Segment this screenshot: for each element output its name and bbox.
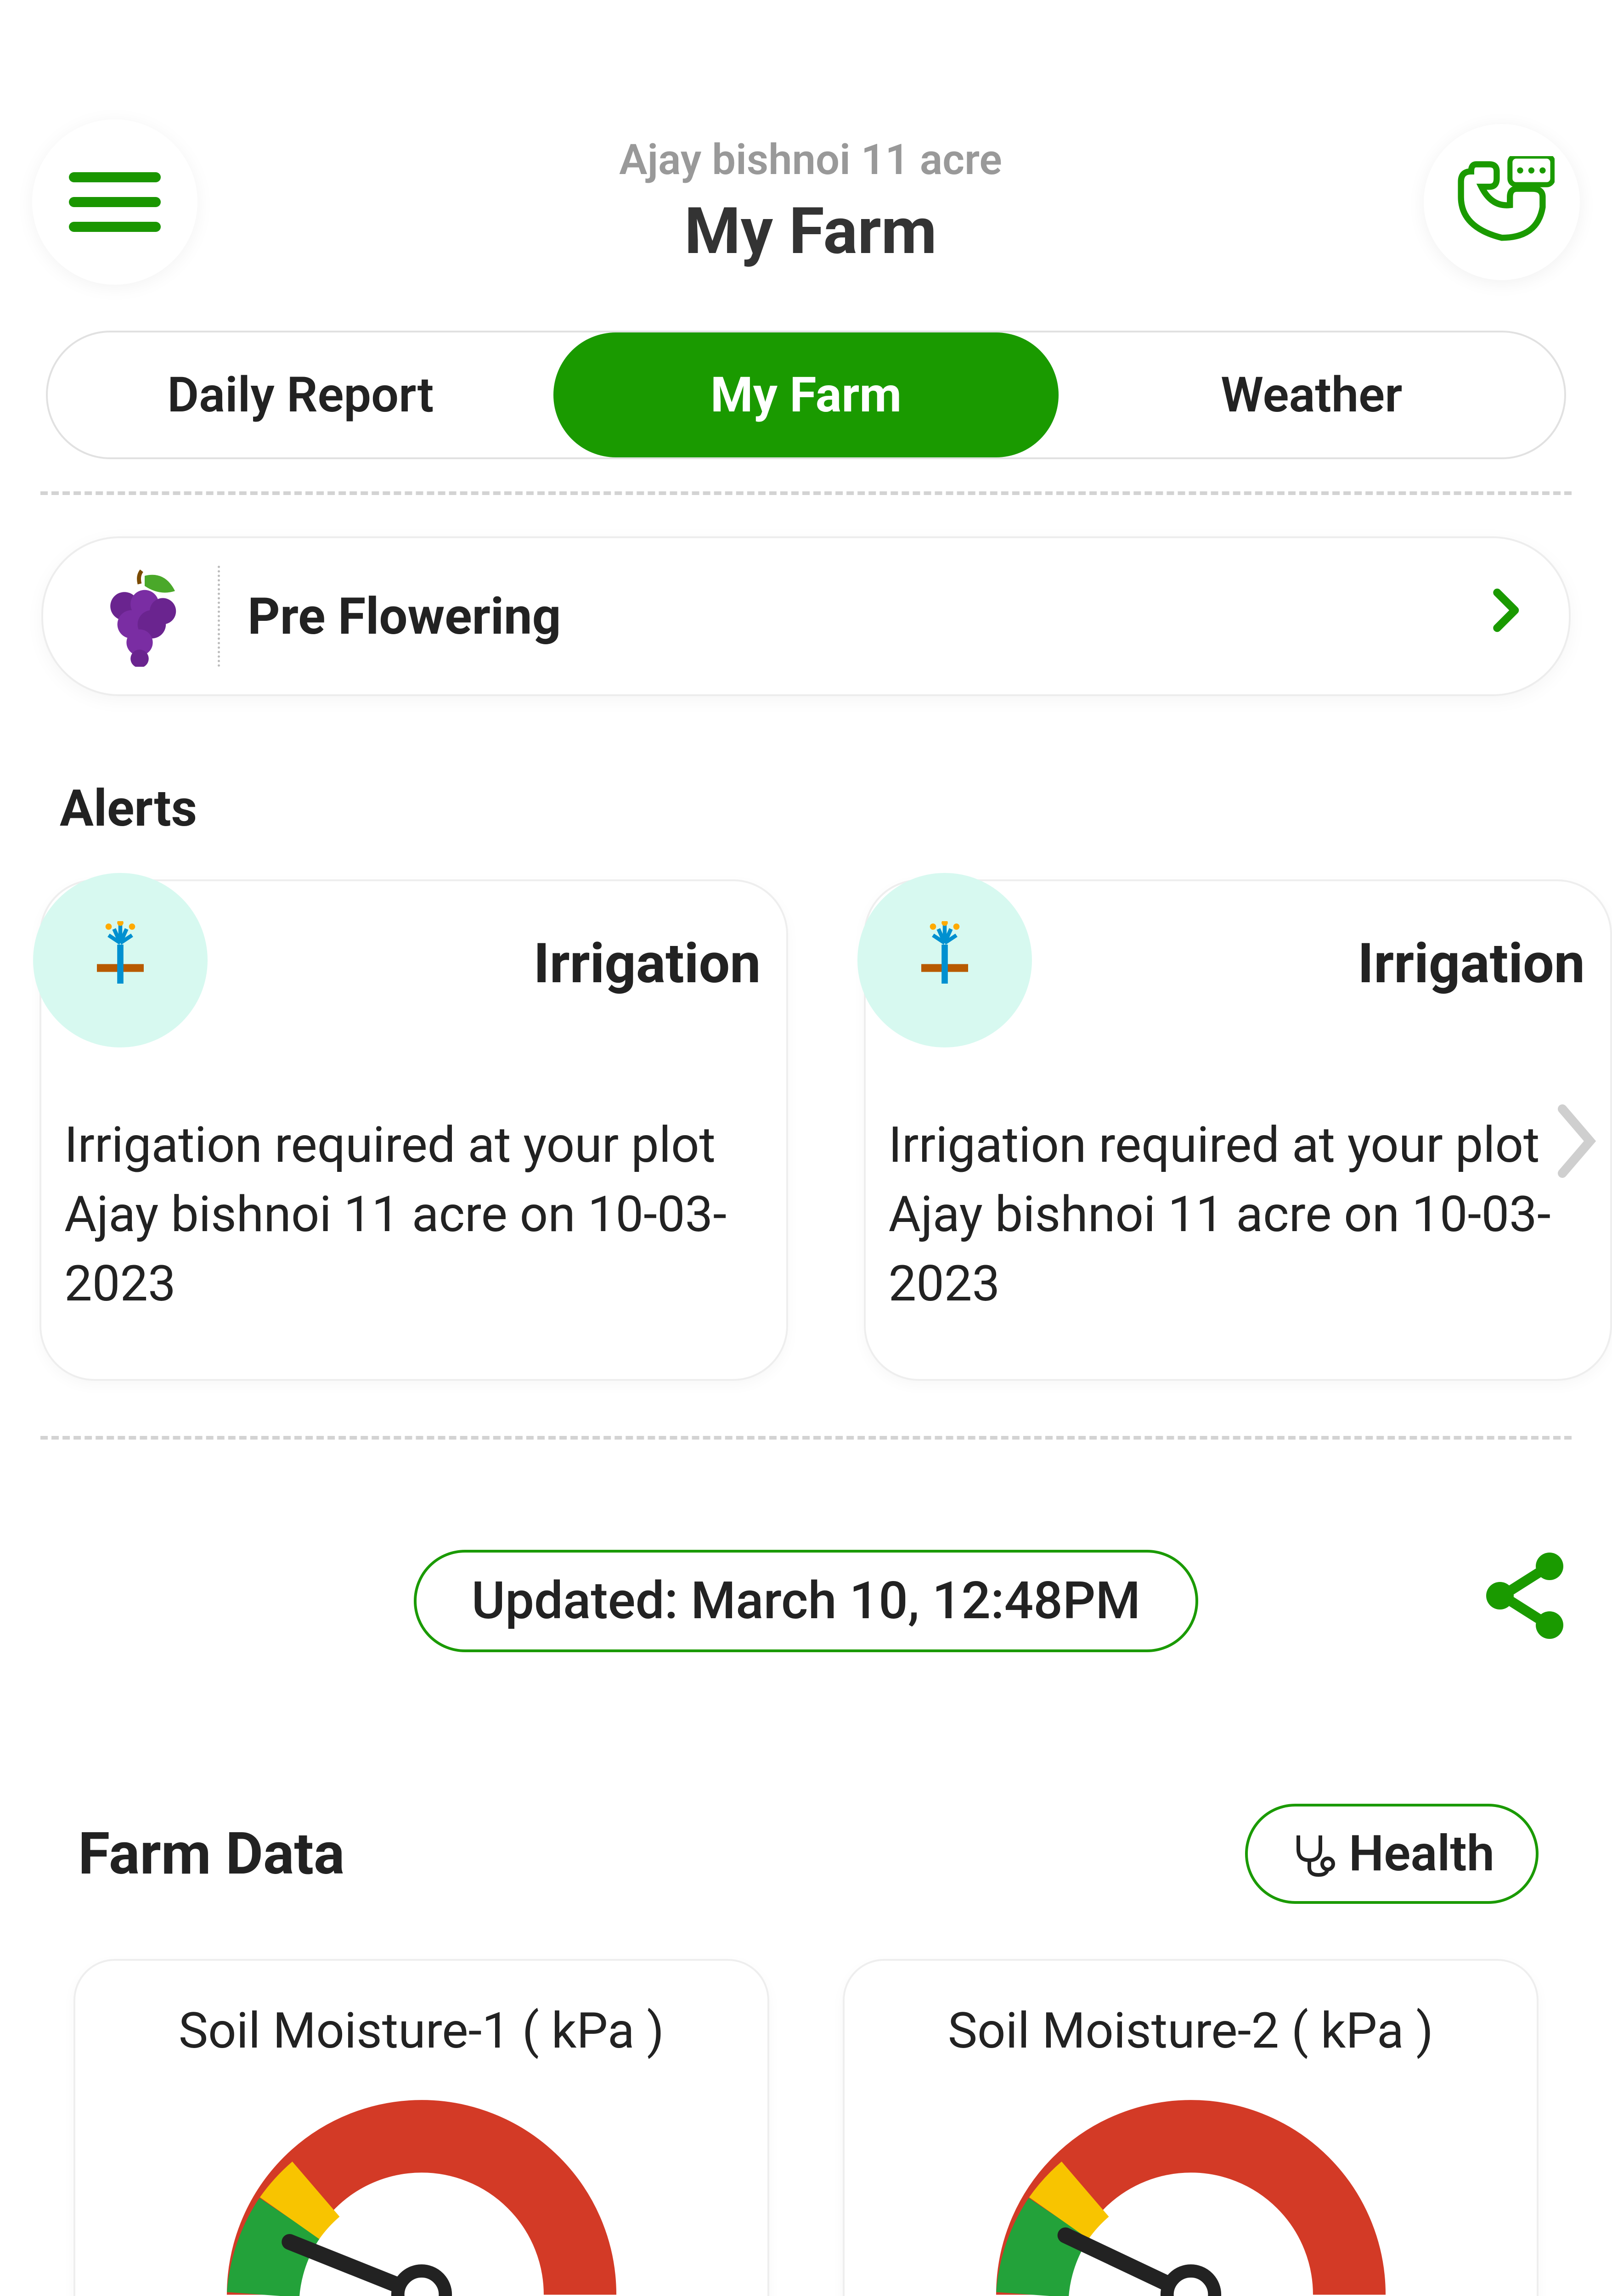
alert-card[interactable]: Irrigation Irrigation required at your p… <box>39 879 788 1381</box>
irrigation-icon <box>857 873 1032 1047</box>
farm-name-subtitle: Ajay bishnoi 11 acre <box>619 135 1002 185</box>
last-updated-pill[interactable]: Updated: March 10, 12:48PM <box>414 1550 1199 1652</box>
divider <box>40 1436 1572 1440</box>
gauge-icon <box>991 2097 1391 2296</box>
health-label: Health <box>1349 1825 1494 1883</box>
alerts-row[interactable]: Irrigation Irrigation required at your p… <box>0 879 1612 1381</box>
separator <box>218 566 220 667</box>
card-title: Soil Moisture-2 ( kPa ) <box>863 2002 1518 2060</box>
alert-body: Irrigation required at your plot Ajay bi… <box>889 1111 1585 1319</box>
data-card-soil-moisture-2[interactable]: Soil Moisture-2 ( kPa ) 32 Too Dry <box>843 1959 1539 2296</box>
share-button[interactable] <box>1483 1550 1566 1652</box>
share-icon <box>1483 1550 1566 1642</box>
tab-weather[interactable]: Weather <box>1059 332 1564 457</box>
alert-card[interactable]: Irrigation Irrigation required at your p… <box>864 879 1612 1381</box>
alerts-heading: Alerts <box>60 779 1552 838</box>
stage-label: Pre Flowering <box>248 587 1491 646</box>
hamburger-icon <box>69 172 161 232</box>
gauge-icon <box>222 2097 621 2296</box>
menu-button[interactable] <box>32 119 197 285</box>
crop-stage-card[interactable]: Pre Flowering <box>41 536 1571 696</box>
stethoscope-icon <box>1289 1831 1335 1877</box>
health-button[interactable]: Health <box>1245 1804 1539 1904</box>
tab-daily-report[interactable]: Daily Report <box>48 332 553 457</box>
next-alert-arrow[interactable] <box>1553 1100 1599 1199</box>
phone-chat-icon <box>1449 156 1555 248</box>
tab-my-farm[interactable]: My Farm <box>553 332 1059 457</box>
alert-body: Irrigation required at your plot Ajay bi… <box>64 1111 761 1319</box>
data-card-soil-moisture-1[interactable]: Soil Moisture-1 ( kPa ) 35 Too Dry <box>73 1959 769 2296</box>
header-title-group: Ajay bishnoi 11 acre My Farm <box>619 135 1002 269</box>
view-tabs: Daily Report My Farm Weather <box>46 331 1566 459</box>
call-support-button[interactable] <box>1424 124 1580 280</box>
divider <box>40 491 1572 495</box>
irrigation-icon <box>33 873 208 1047</box>
grape-icon <box>89 566 190 667</box>
farm-data-heading: Farm Data <box>78 1820 344 1888</box>
page-title: My Farm <box>619 194 1002 269</box>
card-title: Soil Moisture-1 ( kPa ) <box>94 2002 749 2060</box>
chevron-right-icon <box>1491 585 1523 648</box>
